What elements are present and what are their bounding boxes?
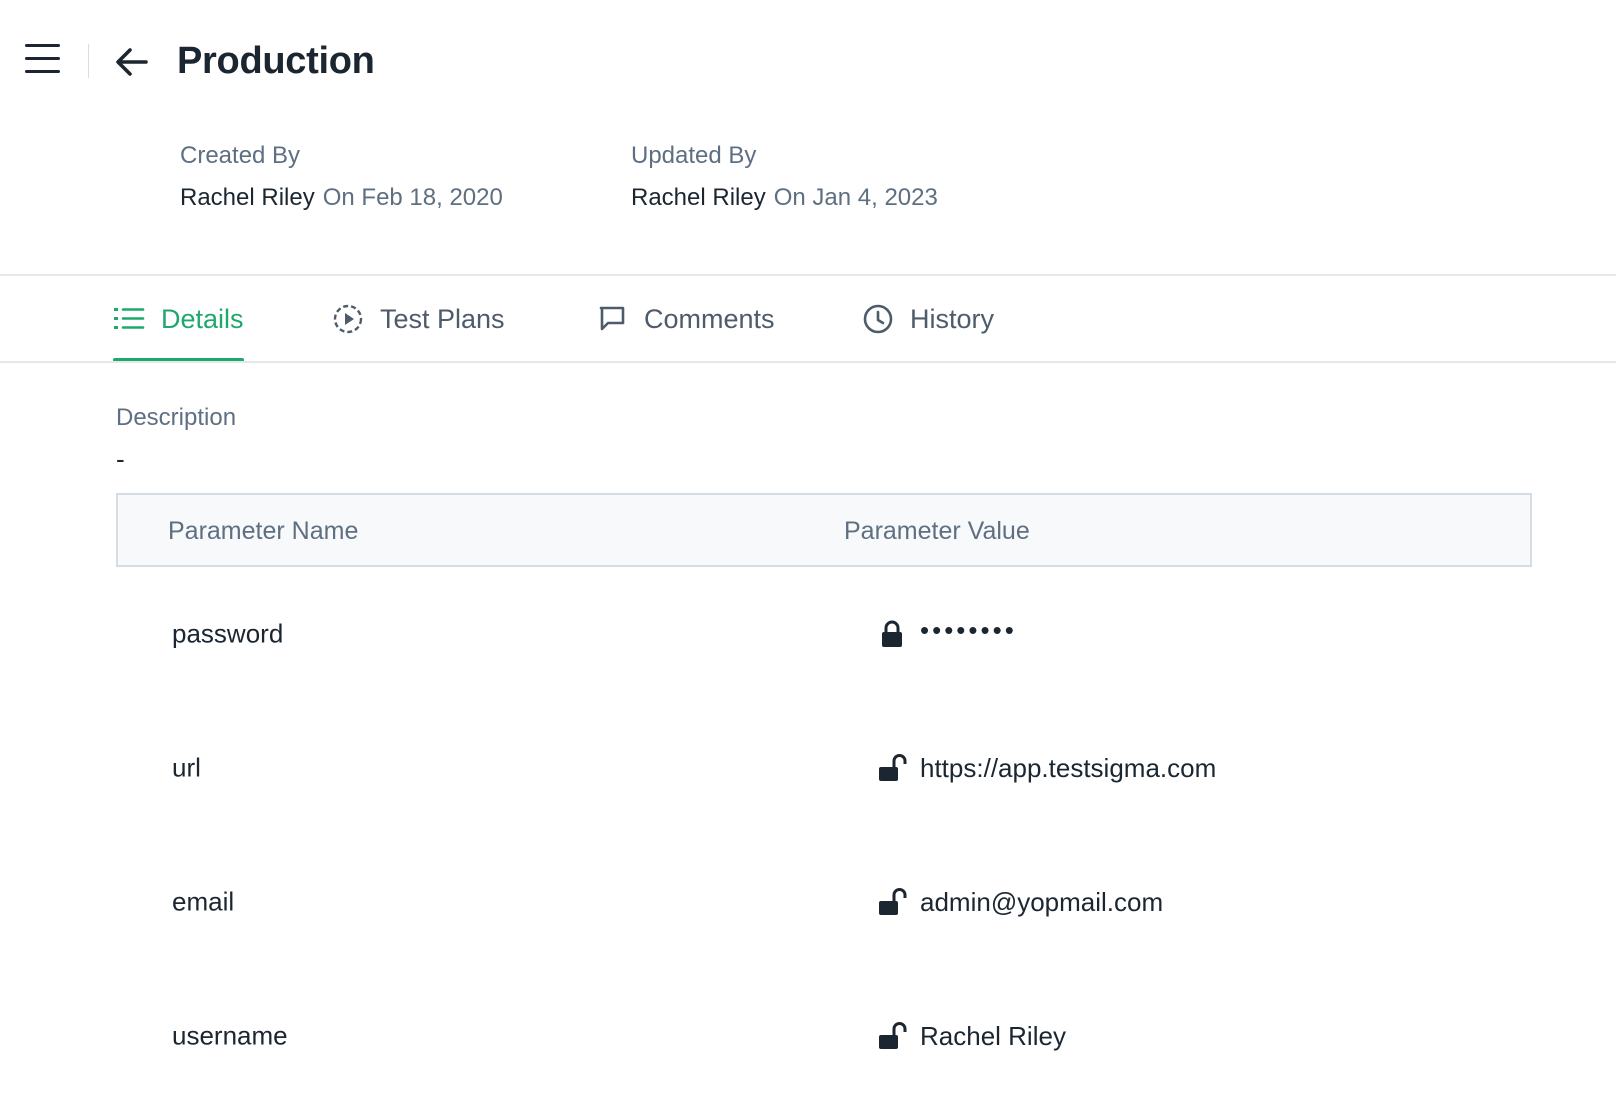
updated-by-name: Rachel Riley xyxy=(631,184,766,211)
parameter-name: email xyxy=(172,886,235,917)
parameter-name: url xyxy=(172,752,201,783)
clock-icon xyxy=(862,303,894,335)
tab-test-plans-label: Test Plans xyxy=(380,303,505,334)
tab-details[interactable]: Details xyxy=(113,276,244,362)
table-row: password •••••••• xyxy=(116,567,1532,701)
parameter-value: admin@yopmail.com xyxy=(920,886,1164,917)
updated-on-date: On Jan 4, 2023 xyxy=(773,184,938,211)
description-value: - xyxy=(116,444,125,474)
page-title: Production xyxy=(177,40,375,82)
column-header-value: Parameter Value xyxy=(844,517,1030,545)
tabs-divider xyxy=(0,361,1616,363)
tab-bar: Details Test Plans Comments History xyxy=(0,276,1616,362)
created-on-date: On Feb 18, 2020 xyxy=(322,184,503,211)
lock-closed-icon[interactable] xyxy=(876,618,908,650)
table-header: Parameter Name Parameter Value xyxy=(116,493,1532,567)
parameter-name: password xyxy=(172,618,284,649)
comment-icon xyxy=(596,303,628,335)
created-by-label: Created By xyxy=(180,142,301,169)
hamburger-menu-icon[interactable] xyxy=(22,42,62,76)
header-divider xyxy=(88,44,89,78)
created-by-block: Created By Rachel Riley On Feb 18, 2020 xyxy=(180,142,503,212)
updated-by-block: Updated By Rachel Riley On Jan 4, 2023 xyxy=(631,142,938,212)
tab-details-label: Details xyxy=(161,303,244,334)
description-label: Description xyxy=(116,404,237,431)
parameter-value: Rachel Riley xyxy=(920,1020,1066,1051)
parameter-value: https://app.testsigma.com xyxy=(920,752,1217,783)
back-arrow-icon[interactable] xyxy=(112,42,152,82)
table-row: username Rachel Riley xyxy=(116,969,1532,1103)
lock-open-icon[interactable] xyxy=(876,752,908,784)
lock-open-icon[interactable] xyxy=(876,886,908,918)
parameter-value: •••••••• xyxy=(920,614,1017,645)
tab-history-label: History xyxy=(910,303,995,334)
list-icon xyxy=(113,303,145,335)
page-header: Production xyxy=(0,0,1616,130)
created-by-name: Rachel Riley xyxy=(180,184,315,211)
column-header-name: Parameter Name xyxy=(168,517,359,545)
table-row: email admin@yopmail.com xyxy=(116,835,1532,969)
tab-comments-label: Comments xyxy=(644,303,775,334)
tab-test-plans[interactable]: Test Plans xyxy=(332,276,505,362)
updated-by-label: Updated By xyxy=(631,142,757,169)
tab-comments[interactable]: Comments xyxy=(596,276,775,362)
lock-open-icon[interactable] xyxy=(876,1020,908,1052)
play-circle-icon xyxy=(332,303,364,335)
parameter-name: username xyxy=(172,1020,288,1051)
table-row: url https://app.testsigma.com xyxy=(116,701,1532,835)
tab-history[interactable]: History xyxy=(862,276,994,362)
